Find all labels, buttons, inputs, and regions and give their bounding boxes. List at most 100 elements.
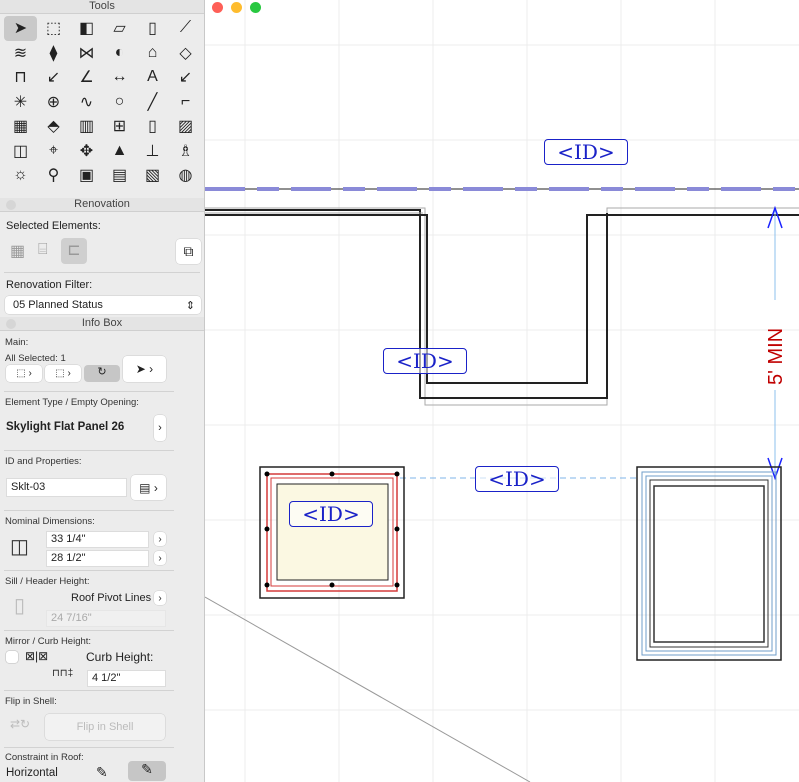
arrow-tool-icon[interactable]: ➤	[4, 16, 37, 41]
id-tag[interactable]: <ID>	[475, 466, 559, 492]
sill-mode-chevron-button[interactable]: ›	[154, 591, 166, 605]
window-tool-icon[interactable]: ⊞	[103, 114, 136, 139]
interior-elevation-tool-icon[interactable]: ⊥	[136, 139, 169, 164]
selection-handle	[329, 582, 335, 588]
properties-button[interactable]: ▤ ›	[131, 475, 166, 500]
text-tool-icon[interactable]: A	[136, 65, 169, 90]
height-chevron-button[interactable]: ›	[154, 551, 166, 565]
flip-in-shell-label: Flip in Shell:	[5, 696, 57, 707]
arrow-tool-settings-button[interactable]: ➤ ›	[123, 356, 166, 382]
mirror-checkbox[interactable]	[6, 651, 18, 663]
selection-handle	[394, 526, 400, 532]
marquee-settings-button[interactable]: ⬚ ›	[45, 365, 81, 382]
circle-tool-icon[interactable]: ○	[103, 90, 136, 115]
constraint-value: Horizontal	[6, 767, 58, 779]
column-tool-icon[interactable]: ▯	[136, 16, 169, 41]
figure-image-tool-icon[interactable]: ▧	[136, 163, 169, 188]
camera-tool-icon[interactable]: ⌖	[37, 139, 70, 164]
selection-handle	[394, 471, 400, 477]
selection-handle	[264, 471, 270, 477]
constraint-in-roof-label: Constraint in Roof:	[5, 752, 84, 763]
all-selected-count: All Selected: 1	[5, 353, 66, 364]
drawing-canvas[interactable]: 5' MIN <ID> <ID> <ID> <ID>	[205, 0, 799, 782]
wall-tool-icon[interactable]: ◧	[70, 16, 103, 41]
elevation-dim-tool-icon[interactable]: ⊕	[37, 90, 70, 115]
selection-handle	[394, 582, 400, 588]
collapse-dot[interactable]	[6, 200, 16, 210]
lamp-tool-icon[interactable]: ☼	[4, 163, 37, 188]
height-field[interactable]: 28 1/2"	[46, 550, 149, 567]
morph-tool-icon[interactable]: ◐	[103, 41, 136, 66]
wall-inner-line	[205, 214, 799, 384]
info-box: Main: All Selected: 1 ⬚ › ⬚ › ↻ ➤ › Elem…	[0, 331, 204, 782]
flip-in-shell-button[interactable]: Flip in Shell	[45, 714, 165, 740]
linear-dim-tool-icon[interactable]: ↔	[103, 65, 136, 90]
skylight-right-glass	[653, 485, 765, 643]
door-tool-icon[interactable]: ▯	[136, 114, 169, 139]
sill-mode-value: Roof Pivot Lines	[71, 592, 152, 604]
id-tag[interactable]: <ID>	[544, 139, 628, 165]
window-wall-tool-icon[interactable]: ▥	[70, 114, 103, 139]
flip-shell-icon: ⇄↻	[10, 717, 31, 731]
skylight-tool-icon[interactable]: ⬘	[37, 114, 70, 139]
level-dim-tool-icon[interactable]: ↙	[37, 65, 70, 90]
demolish-status-icon[interactable]: ⌸	[38, 241, 48, 259]
id-tag[interactable]: <ID>	[289, 501, 373, 527]
magic-wand-toggle[interactable]: ↻	[84, 365, 120, 382]
selection-handle	[264, 526, 270, 532]
new-status-icon[interactable]: ⊏	[61, 238, 87, 264]
renovation-filter-label: Renovation Filter:	[6, 279, 93, 291]
id-tag[interactable]: <ID>	[383, 348, 467, 374]
beam-tool-icon[interactable]: ⟋	[169, 16, 202, 41]
left-palette: Tools ➤ ⬚ ◧ ▱ ▯ ⟋ ≋ ⧫ ⋈ ◐ ⌂ ◇ ⊓ ↙ ∠ ↔ A ↙ ✳ ⊕ ∿ ○ ╱ ⌐ ▦ ⬘ ▥ ⊞ ▯ ▨ ◫ ⌖ ✥ ▲…	[0, 0, 205, 782]
angle-dim-tool-icon[interactable]: ∠	[70, 65, 103, 90]
stair-tool-icon[interactable]: ≋	[4, 41, 37, 66]
roof-tool-icon[interactable]: ⌂	[136, 41, 169, 66]
element-type-label: Element Type / Empty Opening:	[5, 397, 139, 408]
fill-tool-icon[interactable]: ▨	[169, 114, 202, 139]
selected-elements-label: Selected Elements:	[6, 220, 101, 232]
element-type-chevron-button[interactable]: ›	[154, 415, 166, 441]
selection-handle	[329, 471, 335, 477]
corner-window-tool-icon[interactable]: ◫	[4, 139, 37, 164]
marquee-tool-icon[interactable]: ⬚	[37, 16, 70, 41]
collapse-dot[interactable]	[6, 319, 16, 329]
skylight-left-glass	[276, 483, 389, 581]
curb-height-icon: ⊓⊓‡	[52, 668, 74, 679]
chair-tool-icon[interactable]: ♗	[169, 139, 202, 164]
constraint-vertical-icon[interactable]: ✎	[96, 764, 108, 781]
width-field[interactable]: 33 1/4"	[46, 531, 149, 548]
detail-marker-tool-icon[interactable]: ⚲	[37, 163, 70, 188]
wall-outer-line	[205, 207, 799, 406]
hotspot-tool-icon[interactable]: ✳	[4, 90, 37, 115]
spline-tool-icon[interactable]: ∿	[70, 90, 103, 115]
curtain-wall-tool-icon[interactable]: ▦	[4, 114, 37, 139]
mesh-tool-icon[interactable]: ⧫	[37, 41, 70, 66]
nominal-dimensions-label: Nominal Dimensions:	[5, 516, 95, 527]
drawing-tool-icon[interactable]: ▤	[103, 163, 136, 188]
renovation-settings-button[interactable]: ⧉	[176, 239, 201, 264]
zone-tool-icon[interactable]: ◍	[169, 163, 202, 188]
selection-settings-button[interactable]: ⬚ ›	[6, 365, 42, 382]
line-tool-icon[interactable]: ╱	[136, 90, 169, 115]
renovation-filter-select[interactable]: 05 Planned Status ⇕	[5, 296, 201, 314]
sill-height-field[interactable]: 24 7/16"	[46, 610, 166, 627]
tools-grid: ➤ ⬚ ◧ ▱ ▯ ⟋ ≋ ⧫ ⋈ ◐ ⌂ ◇ ⊓ ↙ ∠ ↔ A ↙ ✳ ⊕ ∿ ○ ╱ ⌐ ▦ ⬘ ▥ ⊞ ▯ ▨ ◫ ⌖ ✥ ▲ ⊥ ♗ ☼ ⚲ ▣ ▤…	[0, 14, 204, 198]
worksheet-tool-icon[interactable]: ▣	[70, 163, 103, 188]
label-tool-icon[interactable]: ↙	[169, 65, 202, 90]
existing-status-icon[interactable]: ▦	[10, 241, 25, 261]
railing-tool-icon[interactable]: ⊓	[4, 65, 37, 90]
curb-height-field[interactable]: 4 1/2"	[87, 670, 166, 687]
figure-tool-icon[interactable]: ✥	[70, 139, 103, 164]
object-3d-tool-icon[interactable]: ◇	[169, 41, 202, 66]
slab-tool-icon[interactable]: ▱	[103, 16, 136, 41]
constraint-horizontal-toggle[interactable]: ✎	[128, 761, 166, 781]
width-chevron-button[interactable]: ›	[154, 532, 166, 546]
section-tool-icon[interactable]: ▲	[103, 139, 136, 164]
polyline-tool-icon[interactable]: ⌐	[169, 90, 202, 115]
shell-tool-icon[interactable]: ⋈	[70, 41, 103, 66]
skylight-dimensions-icon: ◫	[10, 536, 29, 558]
grid-lines	[205, 0, 799, 782]
curb-height-label: Curb Height:	[86, 650, 154, 664]
id-field[interactable]: Sklt-03	[6, 478, 127, 497]
